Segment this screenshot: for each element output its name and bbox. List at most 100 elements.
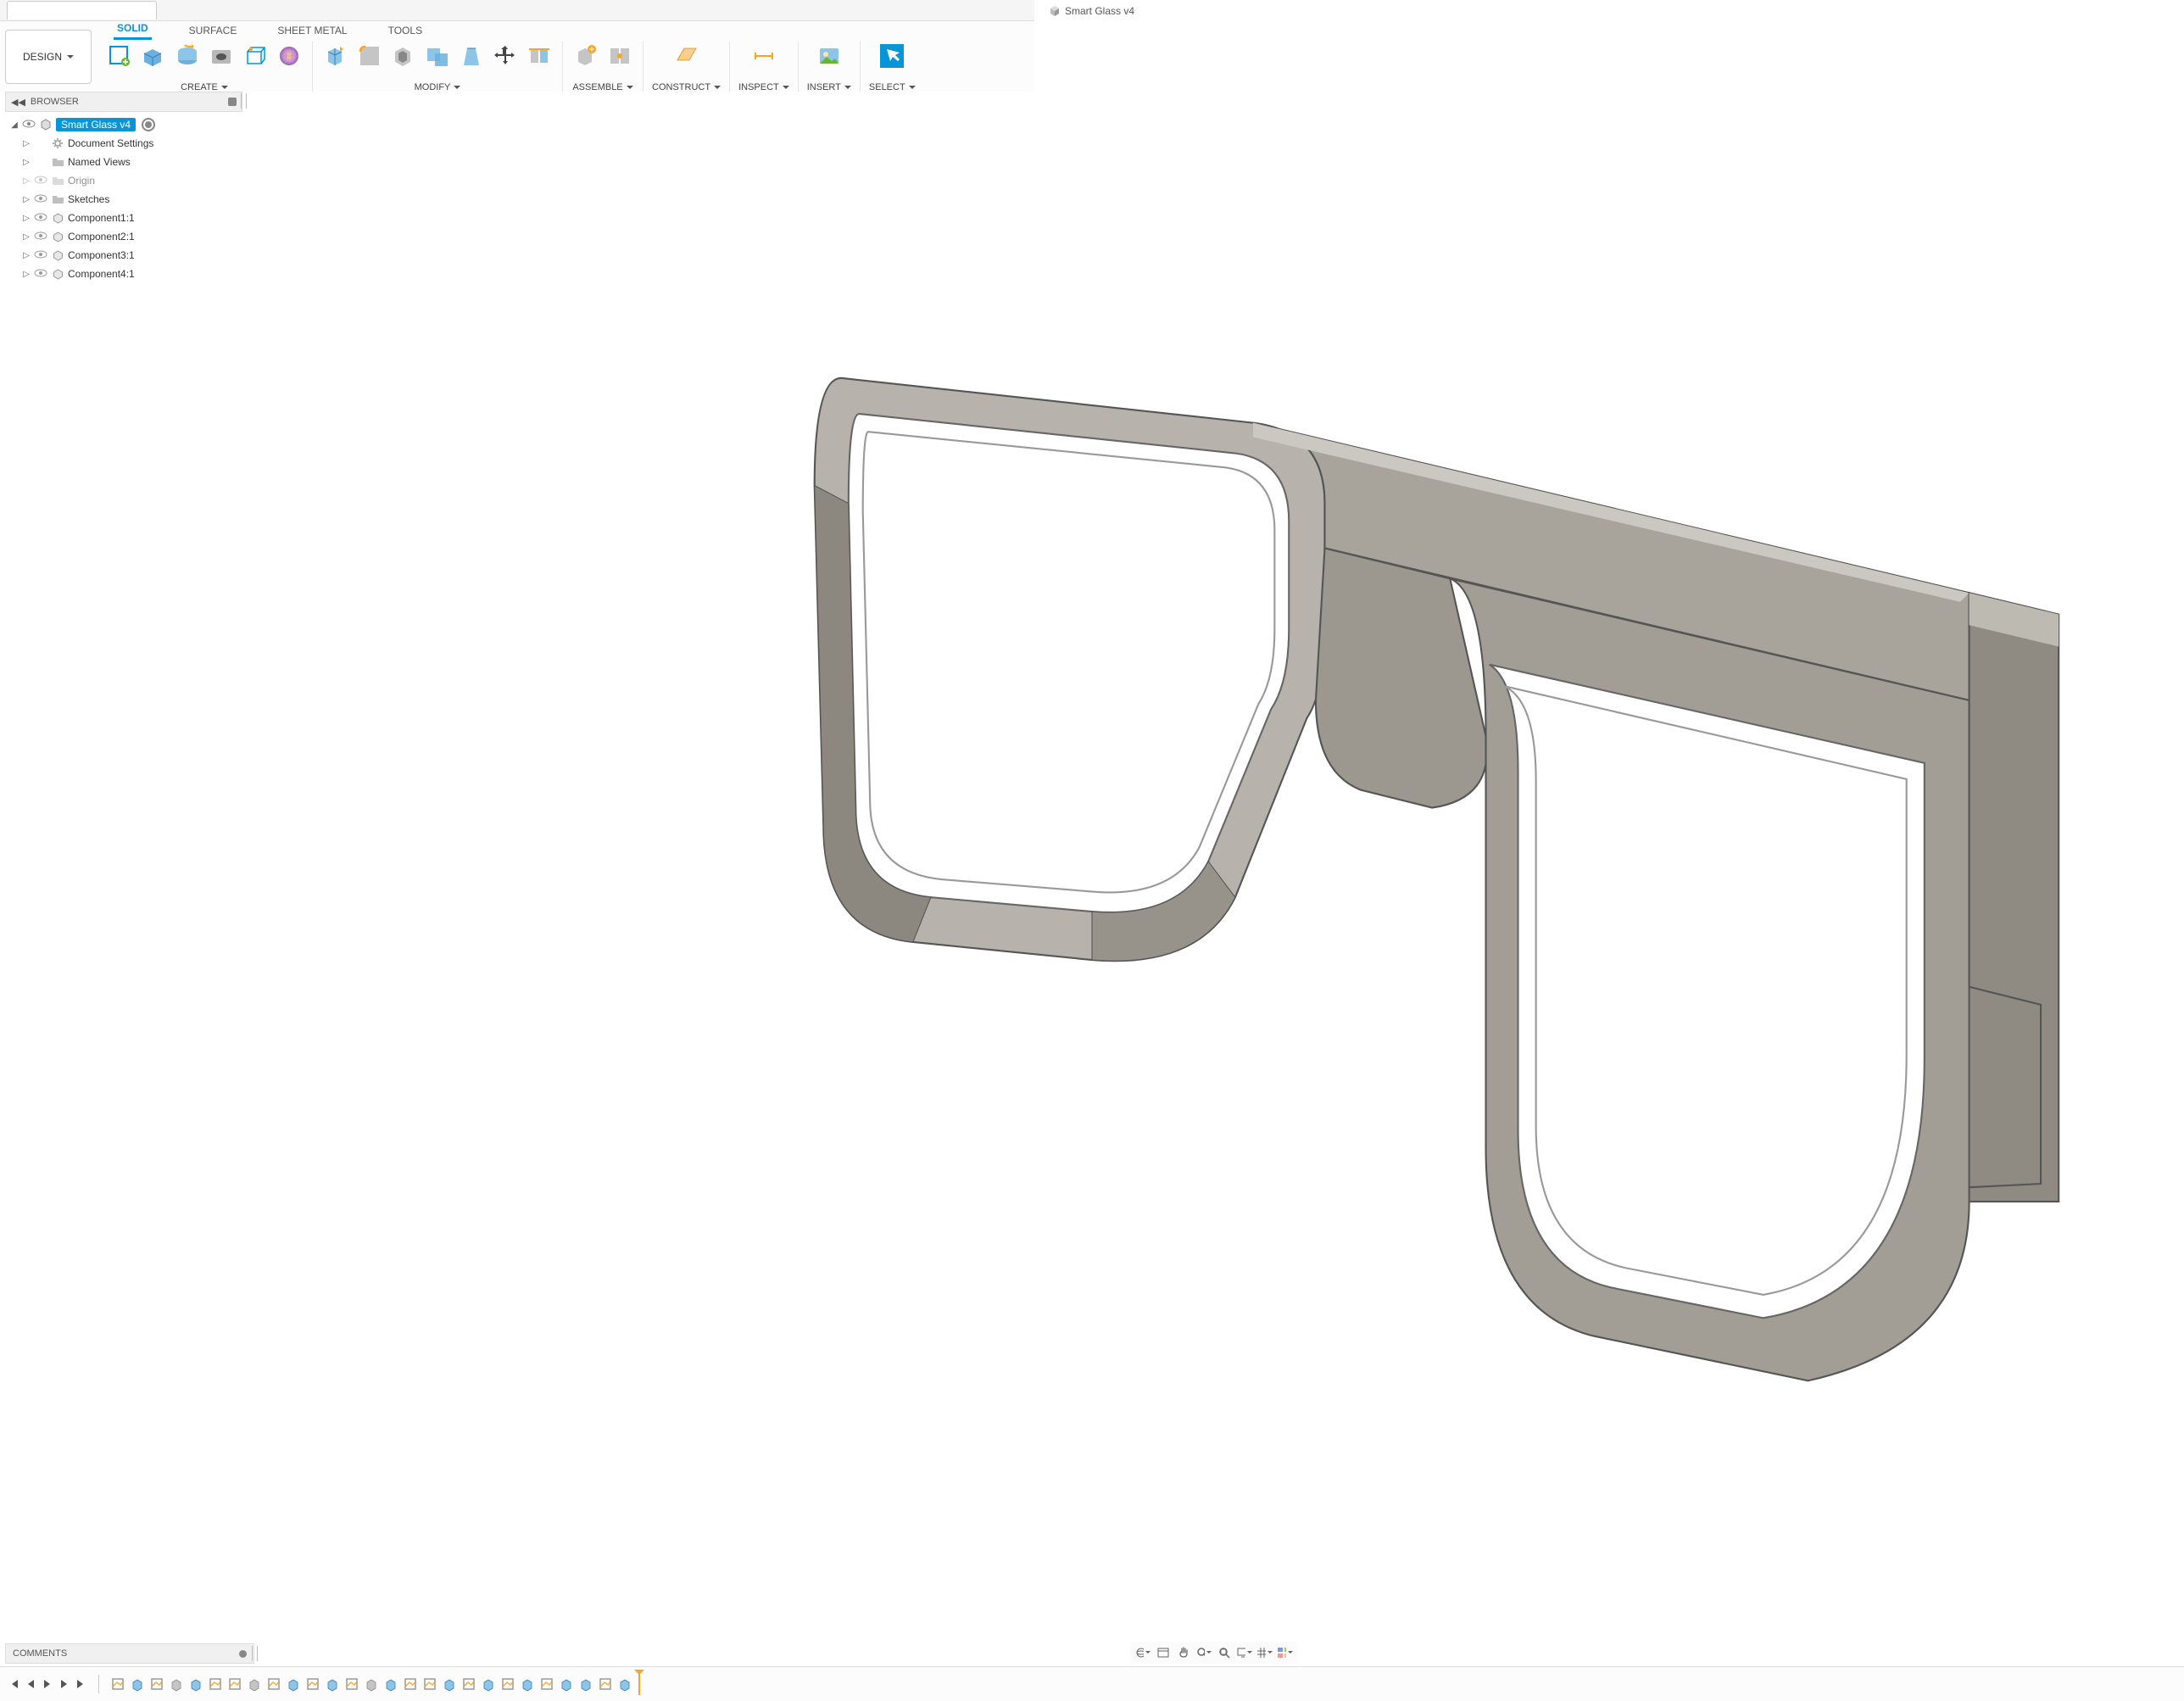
timeline-feature[interactable] (538, 1676, 555, 1693)
timeline-feature[interactable] (499, 1676, 516, 1693)
eye-icon[interactable] (34, 250, 47, 260)
timeline-feature[interactable] (597, 1676, 614, 1693)
fillet-icon[interactable] (355, 42, 384, 70)
tab-sheet-metal[interactable]: SHEET METAL (274, 25, 350, 40)
cube-icon (1050, 6, 1060, 16)
timeline-feature[interactable] (441, 1676, 458, 1693)
timeline-feature[interactable] (460, 1676, 477, 1693)
timeline-feature[interactable] (382, 1676, 399, 1693)
timeline-feature[interactable] (343, 1676, 360, 1693)
timeline-feature[interactable] (246, 1676, 263, 1693)
timeline-feature[interactable] (577, 1676, 594, 1693)
panel-resize-handle[interactable] (252, 1646, 258, 1661)
collapse-dot-icon[interactable] (228, 98, 237, 106)
eye-icon[interactable] (34, 269, 47, 279)
browser-header[interactable]: ◀◀BROWSER (5, 92, 242, 112)
joint-icon[interactable] (605, 42, 634, 70)
timeline-feature[interactable] (109, 1676, 126, 1693)
tree-item[interactable]: ▷Component1:1 (5, 209, 242, 227)
measure-icon[interactable] (749, 42, 778, 70)
combine-icon[interactable] (423, 42, 452, 70)
tree-item[interactable]: ▷Component3:1 (5, 246, 242, 265)
shell-icon[interactable] (389, 42, 418, 70)
panel-resize-handle[interactable] (241, 93, 247, 109)
timeline-play-icon[interactable] (41, 1677, 54, 1691)
timeline-feature[interactable] (265, 1676, 282, 1693)
activate-radio-icon[interactable] (142, 118, 155, 131)
timeline-feature[interactable] (129, 1676, 146, 1693)
tree-root[interactable]: ◢ Smart Glass v4 (5, 115, 242, 134)
zoom-icon[interactable] (1196, 1646, 1212, 1659)
timeline-feature[interactable] (616, 1676, 633, 1693)
tree-item[interactable]: ▷Component2:1 (5, 227, 242, 246)
look-at-icon[interactable] (1156, 1646, 1171, 1659)
timeline-feature[interactable] (187, 1676, 204, 1693)
timeline-feature[interactable] (226, 1676, 243, 1693)
tree-item[interactable]: ▷Component4:1 (5, 265, 242, 283)
new-component-icon[interactable] (571, 42, 600, 70)
timeline-next-icon[interactable] (58, 1677, 71, 1691)
move-icon[interactable] (491, 42, 520, 70)
revolve-icon[interactable] (173, 42, 202, 70)
select-icon[interactable] (878, 42, 906, 70)
tree-item[interactable]: ▷Origin (5, 171, 242, 190)
eye-icon[interactable] (34, 176, 47, 186)
tree-item[interactable]: ▷Sketches (5, 190, 242, 209)
timeline-feature[interactable] (402, 1676, 419, 1693)
eye-icon[interactable] (34, 231, 47, 242)
tree-item-label: Component4:1 (68, 268, 135, 280)
hole-icon[interactable] (207, 42, 236, 70)
plane-icon[interactable] (672, 42, 701, 70)
eye-icon[interactable] (34, 213, 47, 223)
sketch-icon[interactable] (105, 42, 134, 70)
timeline-feature[interactable] (363, 1676, 380, 1693)
timeline-feature[interactable] (168, 1676, 185, 1693)
workspace-switcher[interactable]: DESIGN (5, 30, 92, 84)
timeline-feature[interactable] (304, 1676, 321, 1693)
viewport-canvas[interactable] (0, 92, 2184, 1470)
timeline-prev-icon[interactable] (24, 1677, 37, 1691)
browser-tree: ◢ Smart Glass v4 ▷Document Settings▷Name… (5, 112, 242, 287)
eye-icon[interactable] (34, 194, 47, 204)
tree-item[interactable]: ▷Named Views (5, 153, 242, 171)
timeline-feature[interactable] (285, 1676, 302, 1693)
timeline-feature[interactable] (421, 1676, 438, 1693)
timeline-feature[interactable] (207, 1676, 224, 1693)
tree-item[interactable]: ▷Document Settings (5, 134, 242, 153)
press-pull-icon[interactable] (321, 42, 350, 70)
box-icon[interactable] (241, 42, 270, 70)
tab-surface[interactable]: SURFACE (186, 25, 241, 40)
comments-panel[interactable]: COMMENTS (5, 1643, 254, 1664)
document-tab[interactable]: Smart Glass v4 (1050, 2, 1134, 20)
pan-icon[interactable] (1176, 1646, 1191, 1659)
timeline-end-icon[interactable] (75, 1677, 88, 1691)
eye-icon[interactable] (22, 120, 36, 130)
timeline-start-icon[interactable] (7, 1677, 20, 1691)
quick-access-toolbar: ▾ ▾ ▾ (0, 0, 1034, 21)
align-icon[interactable] (525, 42, 554, 70)
timeline-feature[interactable] (148, 1676, 165, 1693)
ribbon-tools: CREATE MODIFY (97, 40, 1034, 92)
tab-solid[interactable]: SOLID (114, 22, 152, 40)
draft-icon[interactable] (457, 42, 486, 70)
comp-icon (51, 212, 64, 224)
timeline-marker[interactable] (638, 1673, 640, 1695)
timeline-feature[interactable] (480, 1676, 497, 1693)
insert-icon[interactable] (815, 42, 844, 70)
timeline-feature[interactable] (324, 1676, 341, 1693)
fit-icon[interactable] (1217, 1646, 1232, 1659)
timeline-feature[interactable] (519, 1676, 536, 1693)
orbit-icon[interactable] (1135, 1646, 1150, 1659)
tab-tools[interactable]: TOOLS (385, 25, 426, 40)
component-icon (39, 119, 53, 131)
extrude-icon[interactable] (139, 42, 168, 70)
group-inspect: INSPECT (730, 42, 799, 92)
viewport-layout-icon[interactable] (1278, 1646, 1293, 1659)
timeline-feature[interactable] (558, 1676, 575, 1693)
expand-dot-icon[interactable] (239, 1650, 247, 1658)
tree-item-label: Component2:1 (68, 231, 135, 243)
display-settings-icon[interactable] (1237, 1646, 1252, 1659)
document-tab-bg (7, 1, 157, 20)
form-icon[interactable] (275, 42, 304, 70)
grid-settings-icon[interactable] (1257, 1646, 1273, 1659)
